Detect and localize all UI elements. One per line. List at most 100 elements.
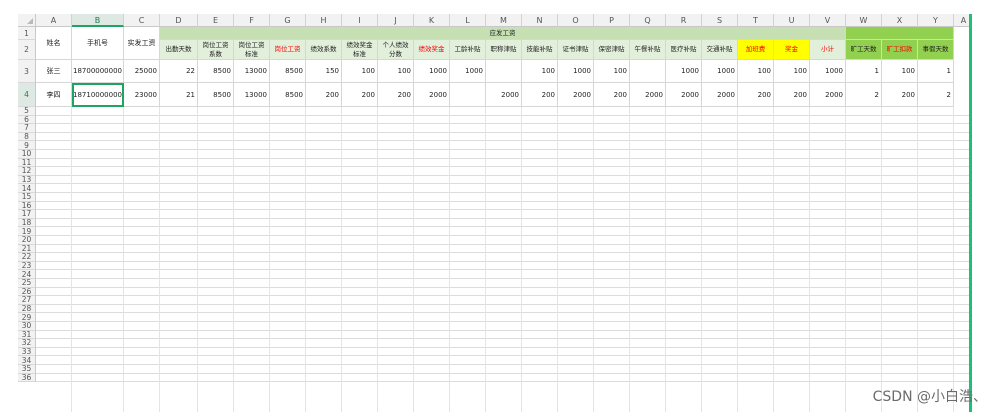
header-position-salary[interactable]: 岗位工资 [270, 40, 306, 60]
column-header-r[interactable]: R [666, 14, 702, 27]
header-perf-coeff[interactable]: 绩效系数 [306, 40, 342, 60]
column-header-q[interactable]: Q [630, 14, 666, 27]
column-header-u[interactable]: U [774, 14, 810, 27]
header-attendance-days[interactable]: 出勤天数 [160, 40, 198, 60]
header-position-std[interactable]: 岗位工资标准 [234, 40, 270, 60]
header-subtotal[interactable]: 小计 [810, 40, 846, 60]
select-all-corner[interactable] [18, 14, 36, 27]
cell-o3[interactable]: 1000 [558, 60, 594, 83]
row-header-36[interactable]: 36 [18, 373, 36, 383]
cell-u3[interactable]: 100 [774, 60, 810, 83]
cell-q4[interactable]: 2000 [630, 83, 666, 107]
cell-e4[interactable]: 8500 [198, 83, 234, 107]
header-phone[interactable]: 手机号 [72, 27, 124, 60]
cell-j3[interactable]: 100 [378, 60, 414, 83]
header-perf-bonus-std[interactable]: 绩效奖金标准 [342, 40, 378, 60]
cell-m4[interactable]: 2000 [486, 83, 522, 107]
header-transport-allowance[interactable]: 交通补贴 [702, 40, 738, 60]
group-header-deductions[interactable] [846, 27, 954, 40]
cell-p3[interactable]: 100 [594, 60, 630, 83]
column-header-h[interactable]: H [306, 14, 342, 27]
cell-d3[interactable]: 22 [160, 60, 198, 83]
cell-p4[interactable]: 200 [594, 83, 630, 107]
column-header-j[interactable]: J [378, 14, 414, 27]
header-personal-perf-score[interactable]: 个人绩效分数 [378, 40, 414, 60]
cell-f3[interactable]: 13000 [234, 60, 270, 83]
cell-x4[interactable]: 200 [882, 83, 918, 107]
column-header-v[interactable]: V [810, 14, 846, 27]
column-header-p[interactable]: P [594, 14, 630, 27]
header-lunch-allowance[interactable]: 午餐补贴 [630, 40, 666, 60]
cell-a3[interactable]: 张三 [36, 60, 72, 83]
cell-c4[interactable]: 23000 [124, 83, 160, 107]
cell-k3[interactable]: 1000 [414, 60, 450, 83]
cell-g4[interactable]: 8500 [270, 83, 306, 107]
header-yellow-t[interactable]: 加班费 [738, 40, 774, 60]
row-header-2[interactable]: 2 [18, 40, 36, 60]
cell-x3[interactable]: 100 [882, 60, 918, 83]
header-skill-allowance[interactable]: 技能补贴 [522, 40, 558, 60]
header-medical-allowance[interactable]: 医疗补贴 [666, 40, 702, 60]
header-absence-days[interactable]: 旷工天数 [846, 40, 882, 60]
header-secrecy-allowance[interactable]: 保密津贴 [594, 40, 630, 60]
column-header-w[interactable]: W [846, 14, 882, 27]
column-header-e[interactable]: E [198, 14, 234, 27]
header-absence-deduction[interactable]: 旷工扣款 [882, 40, 918, 60]
cell-l3[interactable]: 1000 [450, 60, 486, 83]
header-yellow-u[interactable]: 奖金 [774, 40, 810, 60]
group-header-gross-pay[interactable]: 应发工资 [160, 27, 846, 40]
column-header-a[interactable]: A [36, 14, 72, 27]
cell-u4[interactable]: 200 [774, 83, 810, 107]
column-header-f[interactable]: F [234, 14, 270, 27]
header-cert-allowance[interactable]: 证书津贴 [558, 40, 594, 60]
header-position-coeff[interactable]: 岗位工资系数 [198, 40, 234, 60]
cell-g3[interactable]: 8500 [270, 60, 306, 83]
cell-t4[interactable]: 200 [738, 83, 774, 107]
cell-v3[interactable]: 1000 [810, 60, 846, 83]
cell-a4[interactable]: 李四 [36, 83, 72, 107]
cell-d4[interactable]: 21 [160, 83, 198, 107]
row-header-3[interactable]: 3 [18, 60, 36, 83]
column-header-k[interactable]: K [414, 14, 450, 27]
column-header-g[interactable]: G [270, 14, 306, 27]
cell-y4[interactable]: 2 [918, 83, 954, 107]
column-header-y[interactable]: Y [918, 14, 954, 27]
column-header-s[interactable]: S [702, 14, 738, 27]
header-leave-days[interactable]: 事假天数 [918, 40, 954, 60]
cell-f4[interactable]: 13000 [234, 83, 270, 107]
cell-q3[interactable] [630, 60, 666, 83]
column-header-c[interactable]: C [124, 14, 160, 27]
column-header-t[interactable]: T [738, 14, 774, 27]
cell-k4[interactable]: 2000 [414, 83, 450, 107]
cell-v4[interactable]: 2000 [810, 83, 846, 107]
column-header-o[interactable]: O [558, 14, 594, 27]
column-header-n[interactable]: N [522, 14, 558, 27]
cell-i3[interactable]: 100 [342, 60, 378, 83]
cell-c3[interactable]: 25000 [124, 60, 160, 83]
row-header-1[interactable]: 1 [18, 27, 36, 40]
cell-j4[interactable]: 200 [378, 83, 414, 107]
header-name[interactable]: 姓名 [36, 27, 72, 60]
cell-o4[interactable]: 2000 [558, 83, 594, 107]
cell-w4[interactable]: 2 [846, 83, 882, 107]
cell-w3[interactable]: 1 [846, 60, 882, 83]
cell-r3[interactable]: 1000 [666, 60, 702, 83]
column-header-i[interactable]: I [342, 14, 378, 27]
cell-h3[interactable]: 150 [306, 60, 342, 83]
spreadsheet-grid[interactable]: ABCDEFGHIJKLMNOPQRSTUVWXYA 1 2 3 4 5 6 7 8 9 10 11… [18, 14, 971, 412]
header-seniority-allowance[interactable]: 工龄补贴 [450, 40, 486, 60]
column-header-b[interactable]: B [72, 14, 124, 27]
cell-m3[interactable] [486, 60, 522, 83]
cell-r4[interactable]: 2000 [666, 83, 702, 107]
cell-s3[interactable]: 1000 [702, 60, 738, 83]
header-title-allowance[interactable]: 职称津贴 [486, 40, 522, 60]
cell-i4[interactable]: 200 [342, 83, 378, 107]
header-perf-bonus[interactable]: 绩效奖金 [414, 40, 450, 60]
cell-n4[interactable]: 200 [522, 83, 558, 107]
cell-s4[interactable]: 2000 [702, 83, 738, 107]
cell-e3[interactable]: 8500 [198, 60, 234, 83]
cell-l4[interactable] [450, 83, 486, 107]
cell-h4[interactable]: 200 [306, 83, 342, 107]
column-header-l[interactable]: L [450, 14, 486, 27]
row-header-4[interactable]: 4 [18, 83, 36, 107]
